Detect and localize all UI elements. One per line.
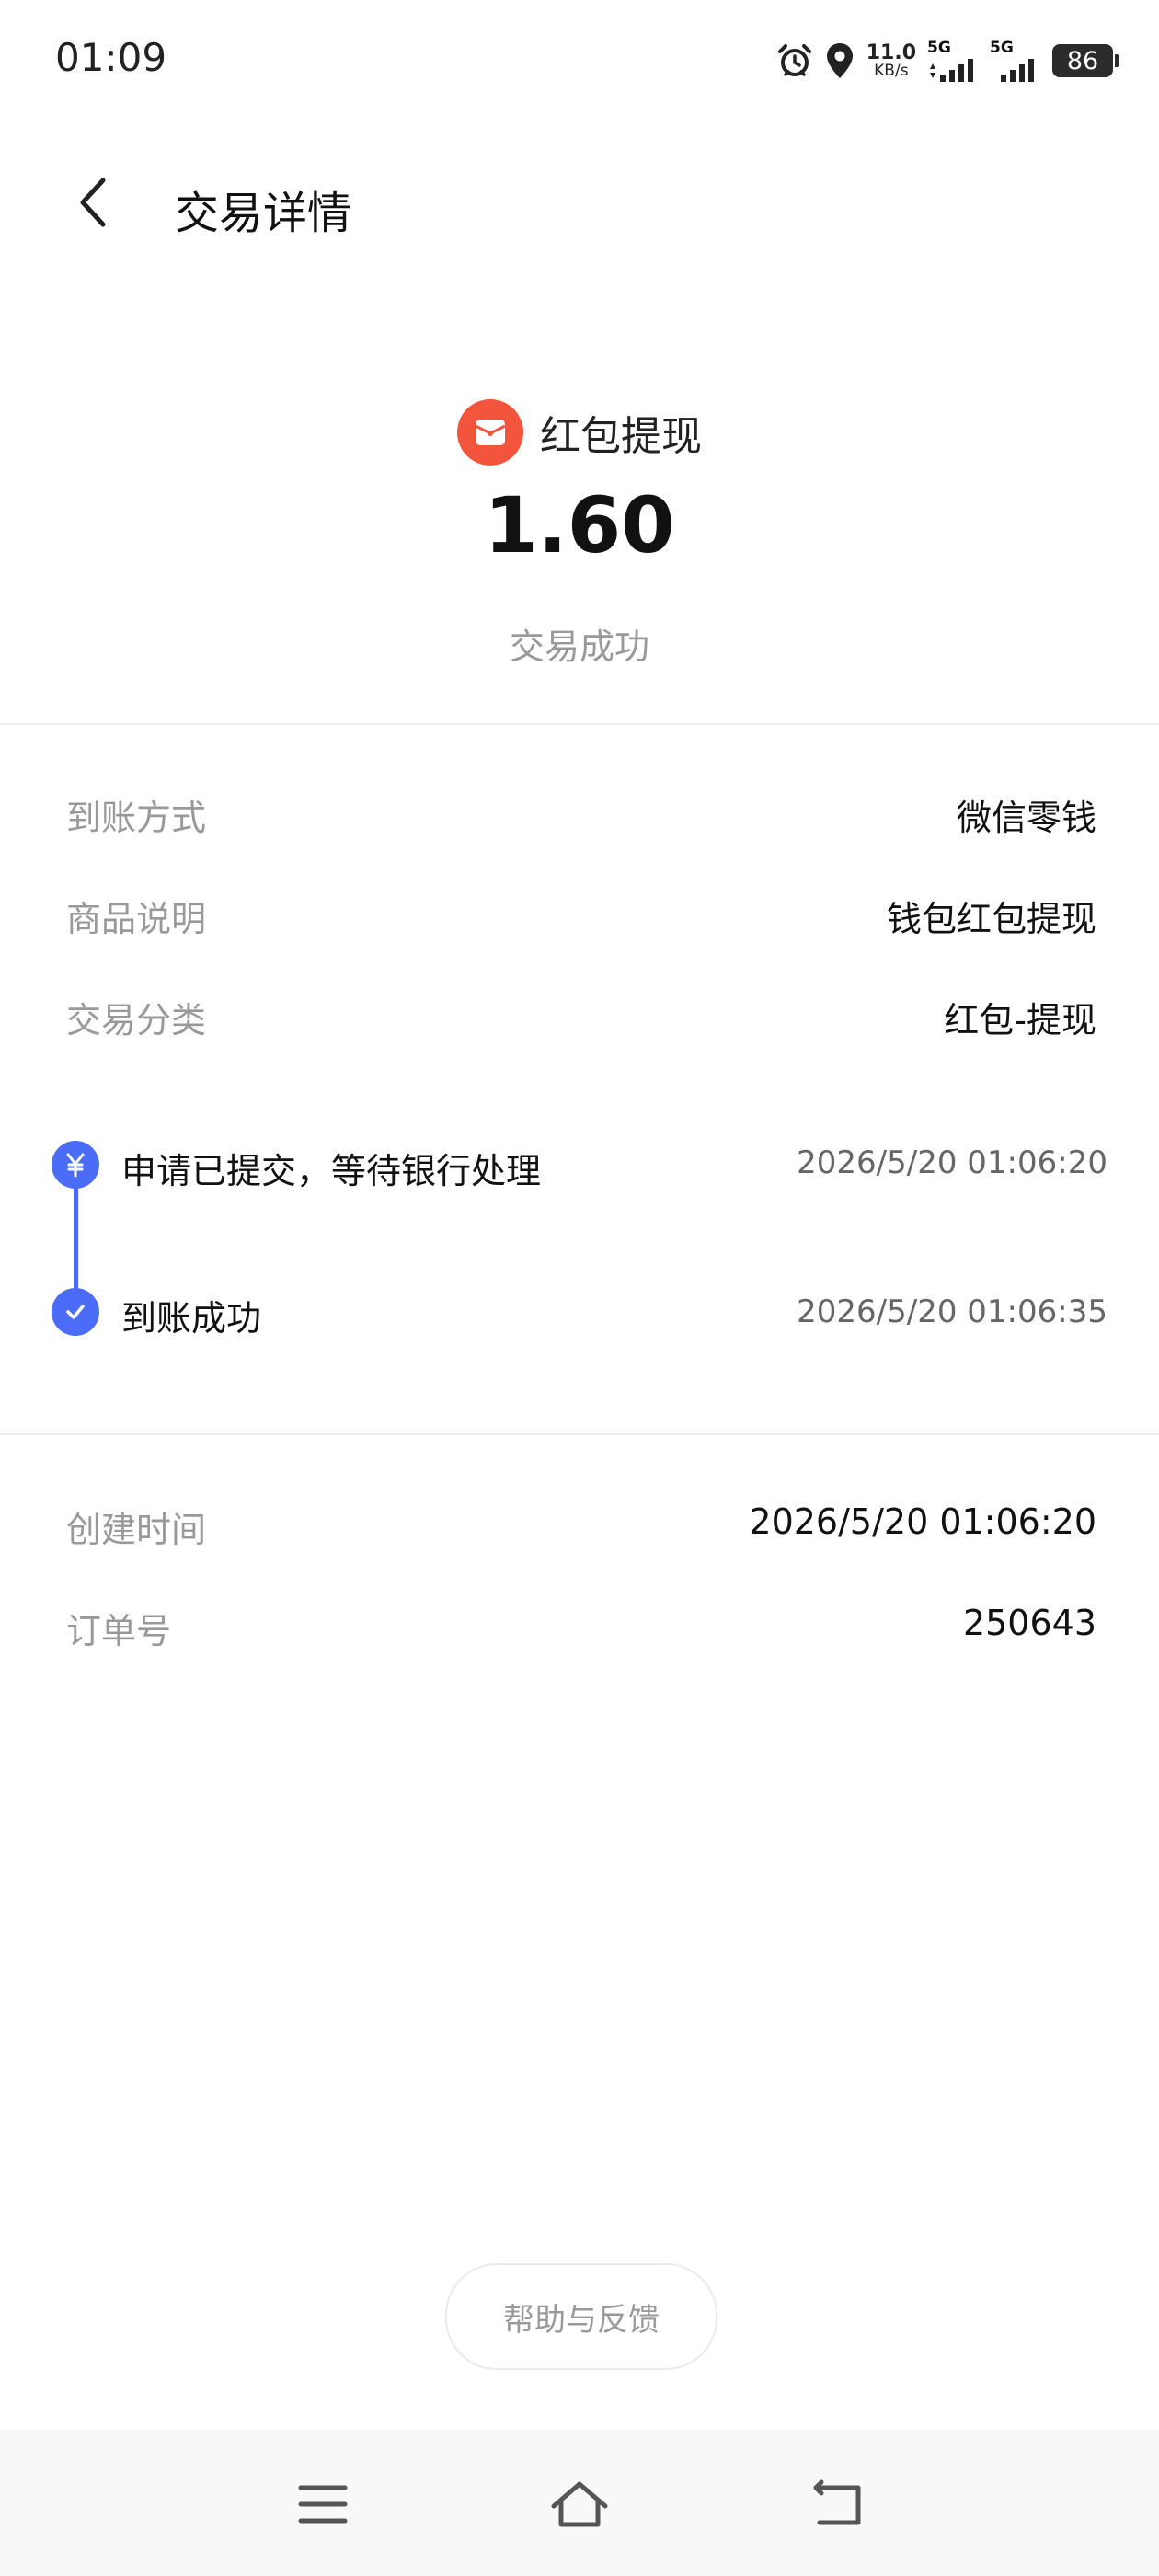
order-label: 创建时间 (66, 1510, 207, 1550)
detail-value: 钱包红包提现 (886, 899, 1096, 939)
cellular-signal-2: 5G (990, 40, 1041, 82)
timeline-step-time: 2026/5/20 01:06:20 (797, 1144, 1107, 1181)
menu-button[interactable] (293, 2477, 353, 2532)
signal-type-label: 5G (927, 38, 951, 57)
section-divider (0, 1433, 1159, 1435)
home-icon (551, 2481, 608, 2527)
app-header: 交易详情 (0, 156, 1159, 248)
battery-indicator: 86 (1052, 44, 1119, 77)
detail-row-category: 交易分类 红包-提现 (66, 992, 1096, 1047)
transaction-summary: 红包提现 1.60 交易成功 (0, 396, 1159, 727)
back-button[interactable] (66, 175, 121, 230)
signal-bars-icon (930, 58, 973, 82)
summary-type-row: 红包提现 (0, 399, 1159, 466)
location-icon (824, 41, 855, 80)
progress-timeline: 申请已提交，等待银行处理 2026/5/20 01:06:20 到账成功 202… (0, 1132, 1159, 1352)
signal-bars-icon (1001, 58, 1034, 82)
order-row-created-time: 创建时间 2026/5/20 01:06:20 (66, 1501, 1096, 1557)
detail-row-arrival-method: 到账方式 微信零钱 (66, 789, 1096, 845)
menu-icon (298, 2485, 348, 2524)
detail-label: 商品说明 (66, 899, 207, 939)
cellular-signal-1: 5G (927, 40, 979, 82)
detail-label: 到账方式 (66, 798, 207, 838)
help-feedback-button[interactable]: 帮助与反馈 (445, 2263, 717, 2370)
status-icons: 11.0 KB/s 5G 5G 86 (776, 37, 1119, 85)
order-value: 250643 (962, 1603, 1096, 1643)
timeline-step-text: 申请已提交，等待银行处理 (121, 1151, 542, 1191)
detail-row-product-description: 商品说明 钱包红包提现 (66, 891, 1096, 946)
transaction-type: 红包提现 (540, 413, 702, 460)
chevron-left-icon (80, 178, 106, 227)
check-icon (52, 1288, 99, 1336)
red-packet-icon (457, 399, 523, 466)
transaction-status: 交易成功 (509, 627, 649, 667)
detail-value: 红包-提现 (944, 1000, 1096, 1041)
detail-value: 微信零钱 (956, 798, 1096, 838)
order-label: 订单号 (66, 1611, 172, 1651)
network-speed-value: 11.0 (866, 40, 916, 64)
status-time: 01:09 (55, 35, 167, 80)
return-icon (813, 2479, 861, 2525)
page-title: 交易详情 (175, 188, 352, 239)
network-speed: 11.0 KB/s (866, 40, 916, 80)
back-nav-button[interactable] (808, 2477, 868, 2532)
system-navigation-bar (0, 2429, 1159, 2576)
network-speed-unit: KB/s (874, 61, 909, 80)
signal-type-label: 5G (990, 38, 1014, 57)
timeline-step-text: 到账成功 (121, 1298, 262, 1339)
alarm-icon (776, 42, 813, 79)
transaction-amount: 1.60 (484, 480, 675, 570)
home-button[interactable] (549, 2477, 610, 2532)
detail-label: 交易分类 (66, 1000, 207, 1041)
order-row-order-number: 订单号 250643 (66, 1603, 1096, 1658)
order-value: 2026/5/20 01:06:20 (749, 1501, 1096, 1542)
section-divider (0, 723, 1159, 725)
timeline-step-time: 2026/5/20 01:06:35 (797, 1294, 1107, 1330)
yuan-icon (52, 1141, 99, 1189)
status-bar: 01:09 11.0 KB/s 5G 5G 86 (0, 0, 1159, 120)
